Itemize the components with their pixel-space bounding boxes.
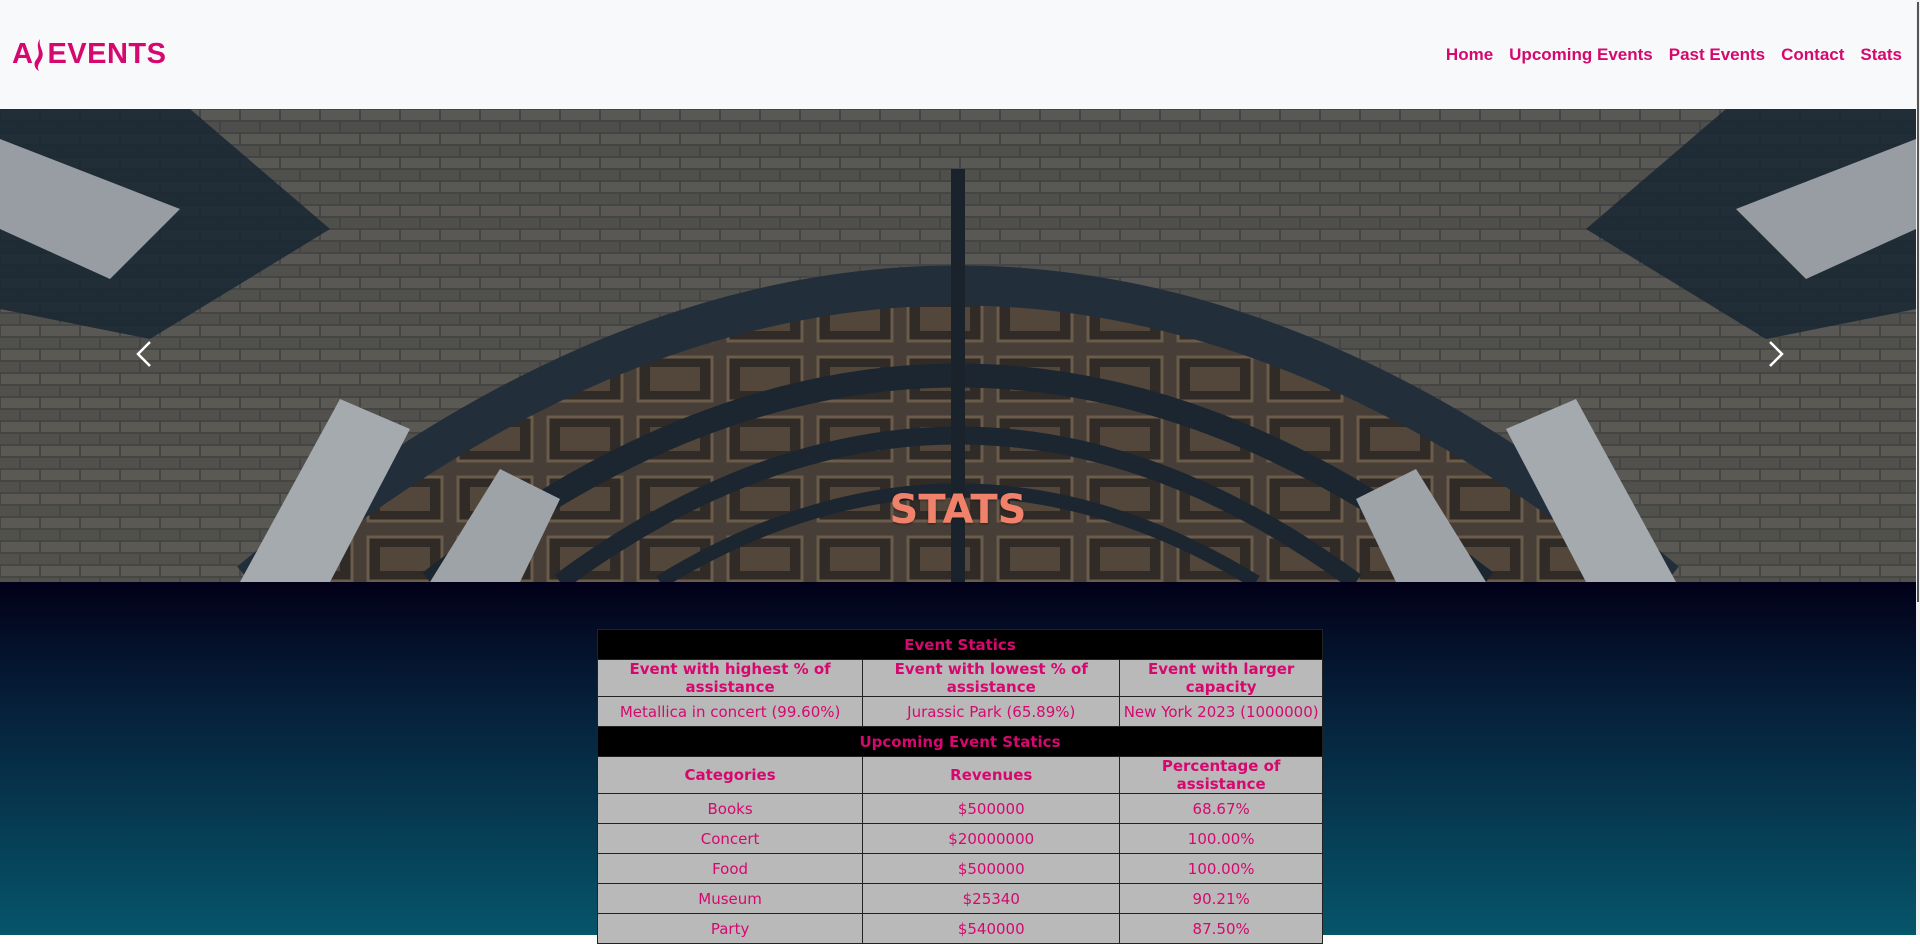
- table-cell: Concert: [596, 823, 864, 854]
- table-cell: 90.21%: [1119, 883, 1323, 914]
- table-section-header: Event Statics: [597, 629, 1323, 660]
- brand-name: EVENTS: [47, 38, 167, 70]
- stats-section: Event Statics Event with highest % of as…: [0, 582, 1916, 944]
- nav-home[interactable]: Home: [1446, 45, 1493, 65]
- column-header: Categories: [596, 756, 864, 794]
- column-header: Event with larger capacity: [1119, 659, 1323, 697]
- table-cell: 68.67%: [1119, 793, 1323, 824]
- carousel-prev-button[interactable]: [124, 334, 164, 374]
- table-cell: $540000: [862, 913, 1121, 944]
- upcoming-statics-heading: Upcoming Event Statics: [597, 726, 1323, 757]
- hero-title: STATS: [889, 487, 1027, 533]
- column-header: Revenues: [862, 756, 1121, 794]
- table-row: Party $540000 87.50%: [596, 913, 1323, 944]
- table-row: Food $500000 100.00%: [596, 853, 1323, 884]
- nav-past-events[interactable]: Past Events: [1669, 45, 1765, 65]
- page-scrollbar[interactable]: [1916, 0, 1920, 935]
- table-section-header: Upcoming Event Statics: [597, 726, 1323, 757]
- table-row: Books $500000 68.67%: [596, 793, 1323, 824]
- table-cell: 100.00%: [1119, 853, 1323, 884]
- table-cell: Metallica in concert (99.60%): [596, 696, 864, 727]
- table-cell: New York 2023 (1000000): [1119, 696, 1323, 727]
- table-cell: $500000: [862, 793, 1121, 824]
- nav-contact[interactable]: Contact: [1781, 45, 1844, 65]
- flame-icon: [35, 38, 44, 71]
- chevron-right-icon: [1769, 341, 1784, 367]
- stats-table: Event Statics Event with highest % of as…: [596, 629, 1323, 944]
- hero-carousel: STATS: [0, 109, 1916, 582]
- navbar: A EVENTS Home Upcoming Events Past Event…: [0, 0, 1916, 109]
- table-cell: 100.00%: [1119, 823, 1323, 854]
- brand-logo[interactable]: A EVENTS: [12, 38, 166, 72]
- table-row: Museum $25340 90.21%: [596, 883, 1323, 914]
- table-cell: Party: [596, 913, 864, 944]
- table-cell: 87.50%: [1119, 913, 1323, 944]
- table-cell: $500000: [862, 853, 1121, 884]
- brand-letter-a: A: [12, 38, 34, 70]
- table-row: Metallica in concert (99.60%) Jurassic P…: [596, 696, 1323, 727]
- table-cell: $25340: [862, 883, 1121, 914]
- table-row: Concert $20000000 100.00%: [596, 823, 1323, 854]
- nav-stats[interactable]: Stats: [1860, 45, 1902, 65]
- table-cell: Food: [596, 853, 864, 884]
- table-cell: Jurassic Park (65.89%): [862, 696, 1121, 727]
- column-header: Percentage of assistance: [1119, 756, 1323, 794]
- table-header-row: Categories Revenues Percentage of assist…: [596, 756, 1323, 794]
- carousel-next-button[interactable]: [1756, 334, 1796, 374]
- table-header-row: Event with highest % of assistance Event…: [596, 659, 1323, 697]
- column-header: Event with highest % of assistance: [596, 659, 864, 697]
- table-cell: Museum: [596, 883, 864, 914]
- event-statics-heading: Event Statics: [597, 629, 1323, 660]
- scrollbar-thumb[interactable]: [1917, 2, 1919, 602]
- table-cell: Books: [596, 793, 864, 824]
- table-cell: $20000000: [862, 823, 1121, 854]
- column-header: Event with lowest % of assistance: [862, 659, 1121, 697]
- nav-upcoming-events[interactable]: Upcoming Events: [1509, 45, 1653, 65]
- main-nav: Home Upcoming Events Past Events Contact…: [1430, 45, 1902, 65]
- chevron-left-icon: [136, 341, 151, 367]
